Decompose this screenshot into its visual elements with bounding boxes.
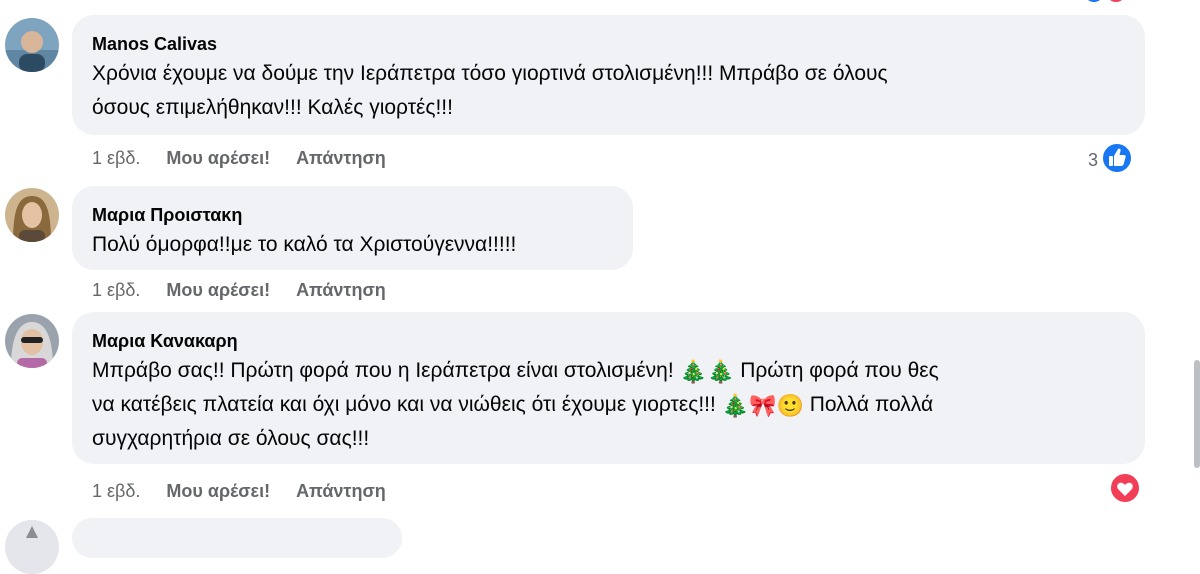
comment-text: Πολύ όμορφα!!με το καλό τα Χριστούγεννα!… <box>92 228 613 262</box>
like-button[interactable]: Μου αρέσει! <box>166 481 270 501</box>
like-button[interactable]: Μου αρέσει! <box>166 148 270 168</box>
scrollbar[interactable] <box>1194 360 1200 468</box>
reply-button[interactable]: Απάντηση <box>296 148 386 168</box>
comment-bubble: Μαρια Κανακαρη Μπράβο σας!! Πρώτη φορά π… <box>72 312 1145 464</box>
comment-text-line: να κατέβεις πλατεία και όχι μόνο και να … <box>92 388 1125 422</box>
comment-actions: 1 εβδ. Μου αρέσει! Απάντηση <box>92 478 412 504</box>
ribbon-icon: 🎀 <box>749 393 777 418</box>
comment-text-line: Χρόνια έχουμε να δούμε την Ιεράπετρα τόσ… <box>92 62 888 85</box>
comment-text-line: Πολύ όμορφα!!με το καλό τα Χριστούγεννα!… <box>92 233 517 256</box>
comment-author[interactable]: Μαρια Κανακαρη <box>92 330 1125 352</box>
text-segment: Πρώτη φορά που θες <box>740 359 939 382</box>
reaction-summary[interactable] <box>1109 472 1141 509</box>
avatar[interactable] <box>5 314 59 368</box>
christmas-tree-icon: 🎄 <box>721 393 750 418</box>
avatar[interactable] <box>5 520 59 574</box>
comment-time[interactable]: 1 εβδ. <box>92 148 140 168</box>
text-segment: Μπράβο σας!! Πρώτη φορά που η Ιεράπετρα … <box>92 359 674 382</box>
comment-bubble: Μαρια Προιστακη Πολύ όμορφα!!με το καλό … <box>72 186 633 270</box>
avatar[interactable] <box>5 188 59 242</box>
text-segment: να κατέβεις πλατεία και όχι μόνο και να … <box>92 393 716 416</box>
comment-bubble: Manos Calivas Χρόνια έχουμε να δούμε την… <box>72 15 1145 135</box>
comment-text-line: Μπράβο σας!! Πρώτη φορά που η Ιεράπετρα … <box>92 354 1125 388</box>
comment-time[interactable]: 1 εβδ. <box>92 280 140 300</box>
reaction-summary[interactable]: 3 <box>1088 142 1134 179</box>
comment-actions: 1 εβδ. Μου αρέσει! Απάντηση <box>92 277 412 303</box>
like-button[interactable]: Μου αρέσει! <box>166 280 270 300</box>
reaction-count: 3 <box>1088 150 1099 170</box>
avatar[interactable] <box>5 18 59 72</box>
love-icon <box>1109 472 1141 509</box>
comment-time[interactable]: 1 εβδ. <box>92 481 140 501</box>
christmas-tree-icon: 🎄 <box>706 359 735 384</box>
text-segment: Πολλά πολλά <box>809 393 934 416</box>
comment-text-line: συγχαρητήρια σε όλους σας!!! <box>92 427 370 450</box>
comment-text: Χρόνια έχουμε να δούμε την Ιεράπετρα τόσ… <box>92 57 1125 125</box>
reply-button[interactable]: Απάντηση <box>296 481 386 501</box>
comment-author[interactable]: Μαρια Προιστακη <box>92 204 613 226</box>
like-icon <box>1101 142 1134 179</box>
smile-icon: 🙂 <box>776 393 804 418</box>
comment-actions: 1 εβδ. Μου αρέσει! Απάντηση <box>92 145 412 171</box>
reply-button[interactable]: Απάντηση <box>296 280 386 300</box>
comment-text: Μπράβο σας!! Πρώτη φορά που η Ιεράπετρα … <box>92 354 1125 456</box>
comment-text-line: όσους επιμελήθηκαν!!! Καλές γιορτές!!! <box>92 96 453 119</box>
comment-bubble <box>72 518 402 558</box>
partial-reaction-icons <box>1086 0 1126 9</box>
comment-author[interactable]: Manos Calivas <box>92 33 1125 55</box>
christmas-tree-icon: 🎄 <box>679 359 707 384</box>
